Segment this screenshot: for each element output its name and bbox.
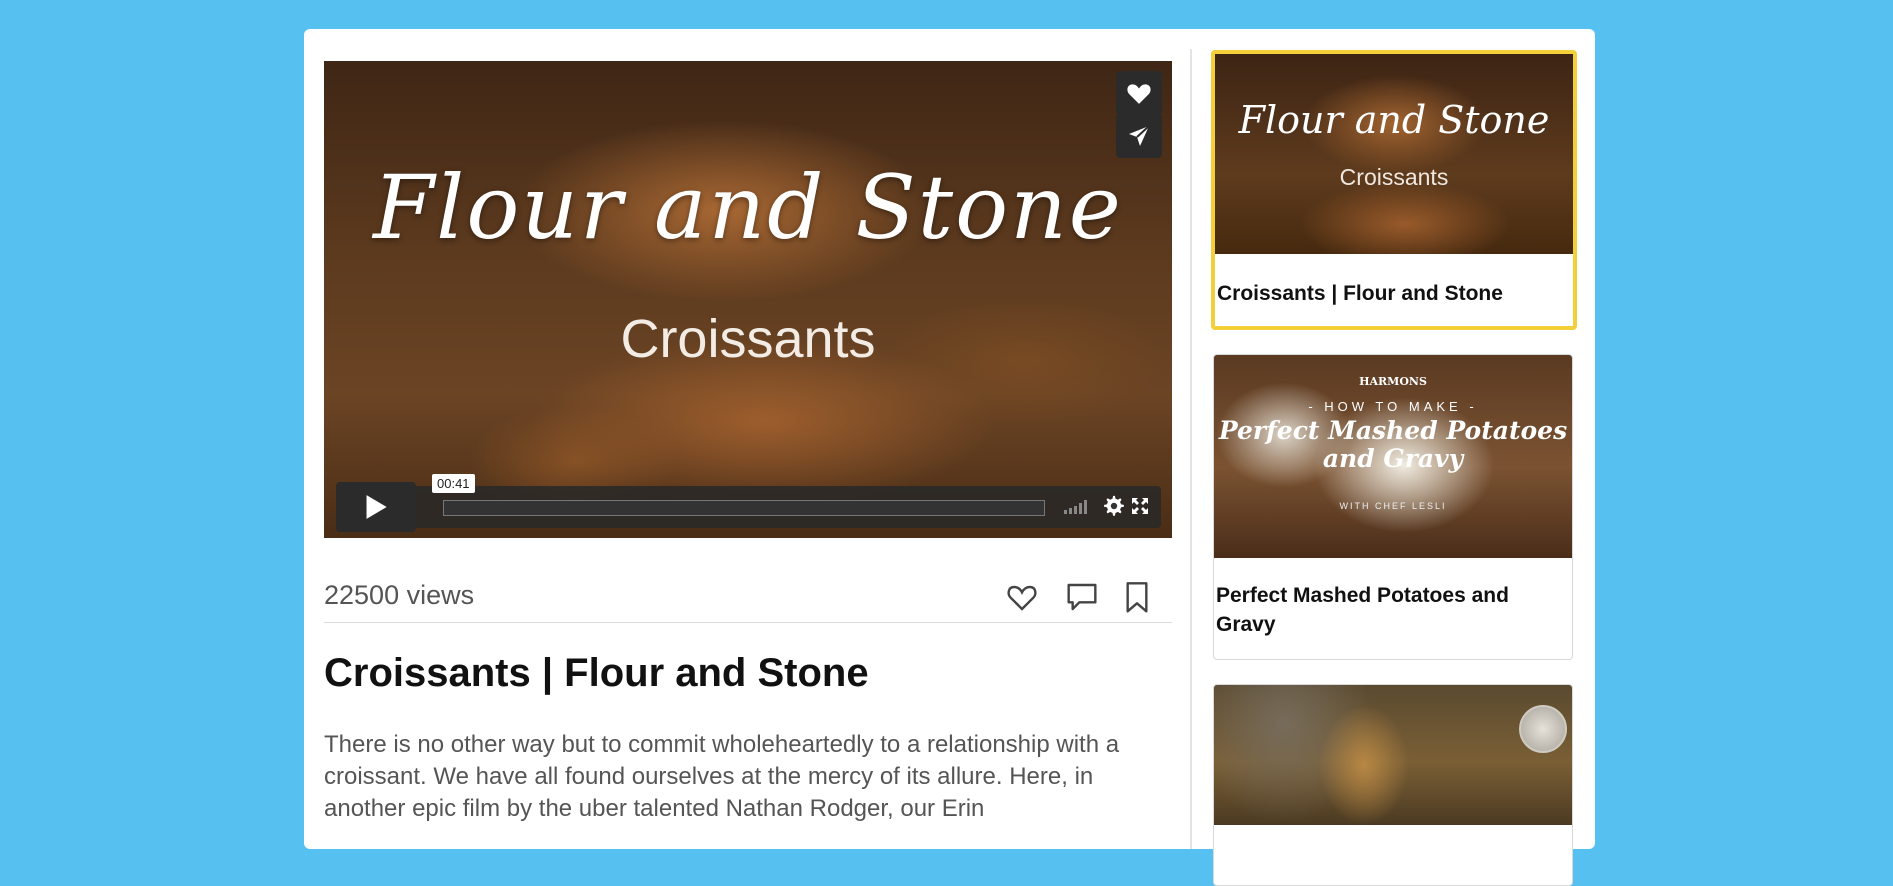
thumbnail-headline: Perfect Mashed Potatoes and Gravy xyxy=(1218,416,1568,473)
heart-outline-icon[interactable] xyxy=(1006,582,1038,612)
video-overlay-subtitle: Croissants xyxy=(620,309,876,369)
video-stats-bar: 22500 views xyxy=(324,566,1172,623)
related-video-card[interactable] xyxy=(1213,684,1573,886)
related-video-thumbnail[interactable]: Flour and Stone Croissants xyxy=(1215,54,1573,254)
thumbnail-script-text: Flour and Stone xyxy=(1238,98,1550,142)
video-overlay-script: Flour and Stone xyxy=(373,156,1123,259)
player-controls: 00:41 xyxy=(336,474,1161,532)
play-button[interactable] xyxy=(336,482,416,532)
bookmark-icon[interactable] xyxy=(1124,582,1150,614)
video-frame xyxy=(324,61,1172,538)
heart-icon xyxy=(1127,84,1151,104)
column-divider xyxy=(1190,49,1192,849)
like-video-button[interactable] xyxy=(1116,71,1162,115)
related-video-card[interactable]: HARMONS - HOW TO MAKE - Perfect Mashed P… xyxy=(1213,354,1573,660)
volume-icon[interactable] xyxy=(1064,500,1087,514)
share-video-button[interactable] xyxy=(1116,114,1162,158)
video-description: There is no other way but to commit whol… xyxy=(324,731,1120,822)
comment-icon[interactable] xyxy=(1066,582,1098,612)
gear-icon[interactable] xyxy=(1103,495,1125,517)
video-title: Croissants | Flour and Stone xyxy=(324,651,869,695)
video-player[interactable]: Flour and Stone Croissants 00:41 xyxy=(324,61,1172,538)
view-count: 22500 views xyxy=(324,580,475,610)
thumbnail-badge xyxy=(1519,705,1567,753)
thumbnail-chef: WITH CHEF LESLI xyxy=(1339,501,1447,511)
related-video-thumbnail[interactable] xyxy=(1214,685,1572,825)
thumbnail-how-to: - HOW TO MAKE - xyxy=(1308,399,1478,414)
progress-bar[interactable] xyxy=(443,500,1045,516)
related-video-title[interactable]: Croissants | Flour and Stone xyxy=(1215,254,1573,308)
thumbnail-brand: HARMONS xyxy=(1359,375,1427,388)
thumbnail-subtitle: Croissants xyxy=(1339,164,1449,190)
related-video-card[interactable]: Flour and Stone Croissants Croissants | … xyxy=(1211,50,1577,330)
time-tooltip: 00:41 xyxy=(432,474,475,493)
related-video-title[interactable]: Perfect Mashed Potatoes and Gravy xyxy=(1214,558,1572,639)
play-icon xyxy=(366,495,387,519)
fullscreen-icon[interactable] xyxy=(1131,497,1149,515)
related-video-thumbnail[interactable]: HARMONS - HOW TO MAKE - Perfect Mashed P… xyxy=(1214,355,1572,558)
send-icon xyxy=(1129,125,1150,146)
content-card: Flour and Stone Croissants 00:41 22500 v… xyxy=(304,29,1595,886)
